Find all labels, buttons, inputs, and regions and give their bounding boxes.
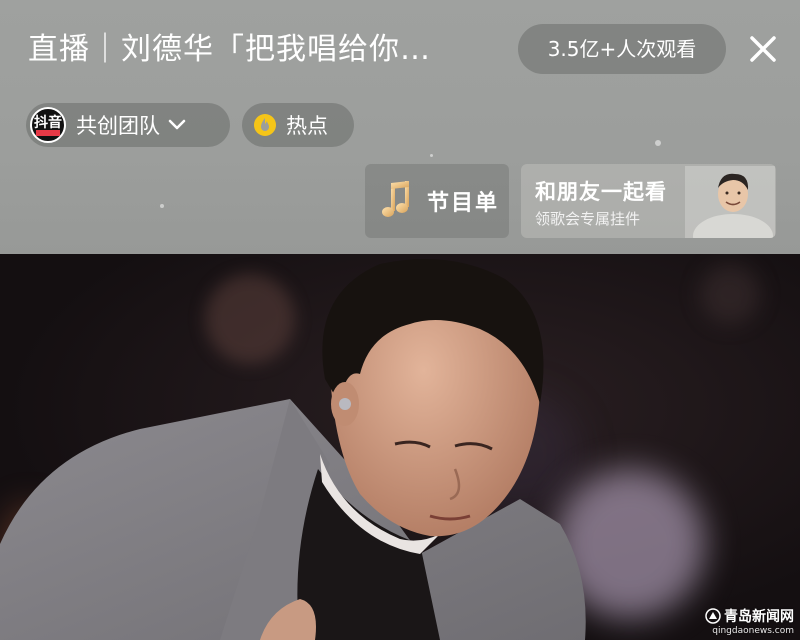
watch-with-friends-subtitle: 领歌会专属挂件 bbox=[535, 210, 641, 228]
live-video-frame[interactable]: 青岛新闻网 qingdaonews.com bbox=[0, 254, 800, 640]
watch-with-friends-title: 和朋友一起看 bbox=[535, 180, 667, 204]
team-logo-icon: 抖音 bbox=[30, 107, 66, 143]
hot-topic-button[interactable]: 热点 bbox=[242, 103, 354, 147]
hot-label: 热点 bbox=[286, 114, 328, 138]
sparkle-decoration bbox=[655, 140, 661, 146]
close-button[interactable] bbox=[744, 30, 782, 68]
team-label: 共创团队 bbox=[76, 114, 160, 138]
watermark-name: 青岛新闻网 bbox=[724, 609, 794, 625]
news-logo-icon bbox=[705, 608, 721, 624]
program-list-label: 节目单 bbox=[427, 191, 500, 216]
close-icon bbox=[750, 36, 776, 62]
chevron-down-icon bbox=[168, 119, 186, 130]
singer-avatar-image bbox=[685, 166, 775, 238]
co-creation-team-button[interactable]: 抖音 共创团队 bbox=[26, 103, 230, 147]
watch-with-friends-card[interactable]: 和朋友一起看 领歌会专属挂件 bbox=[521, 164, 776, 238]
program-list-button[interactable]: 节目单 bbox=[365, 164, 509, 238]
music-note-icon bbox=[382, 181, 409, 217]
flame-icon bbox=[254, 114, 276, 136]
live-header-panel: 直播｜刘德华「把我唱给你… 3.5亿+人次观看 抖音 共创团队 热点 节目单 和… bbox=[0, 0, 800, 254]
watermark-url: qingdaonews.com bbox=[712, 626, 794, 636]
team-logo-text: 抖音 bbox=[34, 115, 62, 131]
viewer-count-badge: 3.5亿+人次观看 bbox=[518, 24, 726, 74]
news-watermark: 青岛新闻网 qingdaonews.com bbox=[705, 606, 794, 636]
sparkle-decoration bbox=[160, 204, 164, 208]
sparkle-decoration bbox=[430, 154, 433, 157]
singer-performance-image bbox=[0, 259, 586, 640]
live-title[interactable]: 直播｜刘德华「把我唱给你… bbox=[28, 24, 498, 76]
